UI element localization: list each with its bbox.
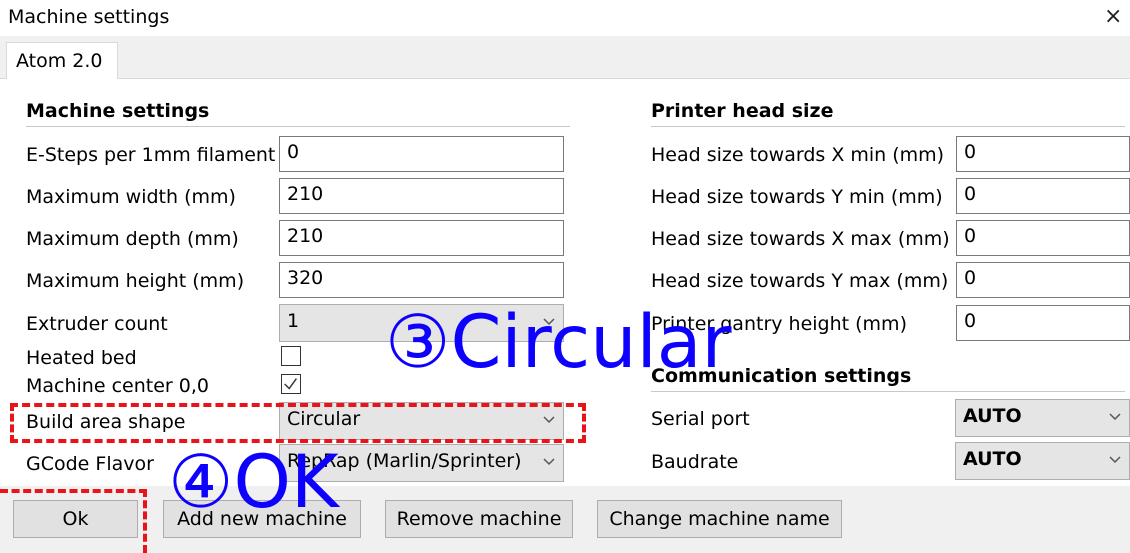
baudrate-select[interactable]: AUTO [955,442,1130,480]
serial-port-select[interactable]: AUTO [955,399,1130,437]
serial-port-value: AUTO [963,405,1022,427]
chevron-down-icon [543,458,555,466]
rename-machine-button[interactable]: Change machine name [597,500,842,538]
head-xmax-field[interactable]: 0 [956,220,1130,256]
max-height-label: Maximum height (mm) [26,270,245,292]
checkmark-icon [284,378,297,390]
gantry-height-field[interactable]: 0 [956,305,1130,341]
extruder-count-label: Extruder count [26,313,168,335]
head-xmax-label: Head size towards X max (mm) [651,228,950,250]
esteps-field[interactable]: 0 [279,136,564,172]
title-bar: Machine settings × [0,0,1130,36]
baudrate-value: AUTO [963,448,1022,470]
head-ymax-field[interactable]: 0 [956,262,1130,298]
machine-center-label: Machine center 0,0 [26,375,209,397]
head-ymin-label: Head size towards Y min (mm) [651,186,943,208]
step3-annotation: ③Circular [385,300,732,385]
close-icon[interactable]: × [1104,4,1122,29]
baudrate-label: Baudrate [651,451,739,473]
section-divider [651,391,1125,392]
ok-highlight [0,489,147,553]
window-title: Machine settings [8,6,170,28]
remove-machine-button[interactable]: Remove machine [385,500,573,538]
max-depth-label: Maximum depth (mm) [26,228,239,250]
extruder-count-value: 1 [287,310,300,332]
head-xmin-field[interactable]: 0 [956,136,1130,172]
max-depth-field[interactable]: 210 [279,220,564,256]
serial-port-label: Serial port [651,408,750,430]
tab-strip [0,36,1130,78]
max-width-field[interactable]: 210 [279,178,564,214]
chevron-down-icon [1109,456,1121,464]
step4-annotation: ④OK [168,440,339,525]
printer-head-heading: Printer head size [651,100,834,122]
machine-center-checkbox[interactable] [281,374,301,394]
machine-settings-heading: Machine settings [26,100,210,122]
heated-bed-label: Heated bed [26,347,137,369]
section-divider [26,126,570,127]
gcode-flavor-label: GCode Flavor [26,453,154,475]
max-height-field[interactable]: 320 [279,262,564,298]
section-divider [651,126,1125,127]
chevron-down-icon [1109,413,1121,421]
heated-bed-checkbox[interactable] [281,346,301,366]
head-ymax-label: Head size towards Y max (mm) [651,270,949,292]
head-ymin-field[interactable]: 0 [956,178,1130,214]
max-width-label: Maximum width (mm) [26,186,236,208]
tab-atom[interactable]: Atom 2.0 [6,42,118,79]
esteps-label: E-Steps per 1mm filament [26,144,276,166]
head-xmin-label: Head size towards X min (mm) [651,144,945,166]
build-shape-highlight [10,403,586,443]
